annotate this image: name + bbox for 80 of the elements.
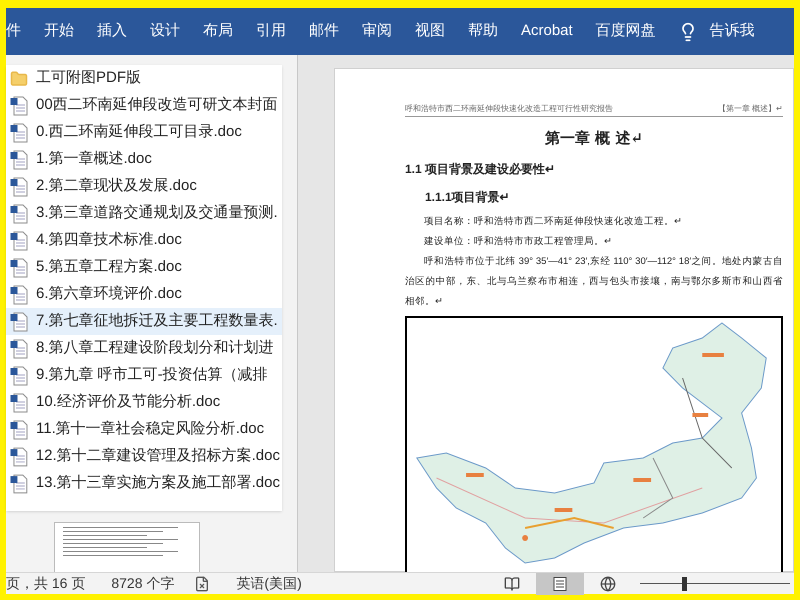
body-paragraph: 项目名称：呼和浩特市西二环南延伸段快速化改造工程。↵ xyxy=(423,215,683,229)
read-mode-icon xyxy=(504,576,520,592)
file-name[interactable]: 7.第七章征地拆迁及主要工程数量表. xyxy=(36,310,278,333)
file-name[interactable]: 10.经济评价及节能分析.doc xyxy=(36,391,220,414)
file-name[interactable]: 5.第五章工程方案.doc xyxy=(36,256,182,279)
file-list-item[interactable]: 5.第五章工程方案.doc xyxy=(6,254,282,281)
print-layout-icon xyxy=(552,576,568,592)
proofing-icon[interactable] xyxy=(194,576,210,592)
view-mode-button[interactable] xyxy=(536,572,584,594)
ribbon-tab[interactable]: 邮件 xyxy=(306,16,342,48)
body-paragraph: 呼和浩特市位于北纬 39° 35′—41° 23′,东经 110° 30′—112° 18′之间。地处内蒙古自治区的中部，东、北与乌兰察布市相连，西与包头市接壤，南与鄂尔多斯市和山西省相邻。↵ xyxy=(405,255,783,309)
file-list-item[interactable]: 工可附图PDF版 xyxy=(6,65,282,92)
file-list-item[interactable]: 8.第八章工程建设阶段划分和计划进 xyxy=(6,335,282,362)
file-name[interactable]: 9.第九章 呼市工可-投资估算（减排 xyxy=(36,364,268,387)
ribbon-tab[interactable]: 布局 xyxy=(200,16,236,48)
word-document-icon xyxy=(10,230,28,250)
word-document-icon xyxy=(10,420,28,440)
word-document-icon xyxy=(10,204,28,224)
language-label[interactable]: 英语(美国) xyxy=(236,573,302,594)
word-count[interactable]: 8728 个字 xyxy=(111,573,174,594)
file-name[interactable]: 3.第三章道路交通规划及交通量预测. xyxy=(36,202,278,225)
word-document-icon xyxy=(10,122,28,142)
file-name[interactable]: 1.第一章概述.doc xyxy=(36,148,152,171)
word-document-icon xyxy=(10,176,28,196)
page-thumbnail[interactable] xyxy=(54,522,200,572)
file-name[interactable]: 13.第十三章实施方案及施工部署.doc xyxy=(36,472,280,495)
ribbon-tab[interactable]: 件 xyxy=(6,16,24,48)
file-list-item[interactable]: 13.第十三章实施方案及施工部署.doc xyxy=(6,470,282,497)
word-document-icon xyxy=(10,284,28,304)
word-document-icon xyxy=(10,96,28,116)
word-document-icon xyxy=(10,446,28,466)
ribbon-tab[interactable]: 视图 xyxy=(412,16,448,48)
file-list-item[interactable]: 7.第七章征地拆迁及主要工程数量表. xyxy=(6,308,282,335)
file-name[interactable]: 11.第十一章社会稳定风险分析.doc xyxy=(36,418,264,441)
ribbon-tab[interactable]: 插入 xyxy=(94,16,130,48)
word-document-icon xyxy=(10,258,28,278)
file-name[interactable]: 2.第二章现状及发展.doc xyxy=(36,175,197,198)
word-document-icon xyxy=(10,312,28,332)
file-list-item[interactable]: 00西二环南延伸段改造可研文本封面 xyxy=(6,92,282,119)
word-document-icon xyxy=(10,474,28,494)
section-heading: 1.1 项目背景及建设必要性↵ xyxy=(405,162,556,176)
file-name[interactable]: 6.第六章环境评价.doc xyxy=(36,283,182,306)
file-list-item[interactable]: 4.第四章技术标准.doc xyxy=(6,227,282,254)
folder-icon xyxy=(10,70,28,88)
file-list-item[interactable]: 6.第六章环境评价.doc xyxy=(6,281,282,308)
word-document-icon xyxy=(10,338,28,358)
word-document-icon xyxy=(10,150,28,170)
ribbon-tab[interactable]: 设计 xyxy=(147,16,183,48)
file-list-item[interactable]: 2.第二章现状及发展.doc xyxy=(6,173,282,200)
page-header-chapter: 【第一章 概述】↵ xyxy=(718,103,783,115)
ribbon-tab[interactable]: 开始 xyxy=(41,16,77,48)
page-count[interactable]: 页，共 16 页 xyxy=(6,573,86,594)
tell-me-label[interactable]: 告诉我 xyxy=(710,20,755,43)
file-list-item[interactable]: 3.第三章道路交通规划及交通量预测. xyxy=(6,200,282,227)
ribbon-tab[interactable]: 百度网盘 xyxy=(592,16,659,48)
zoom-slider[interactable] xyxy=(640,576,790,590)
file-name[interactable]: 12.第十二章建设管理及招标方案.doc xyxy=(36,445,280,468)
page-header-text: 呼和浩特市西二环南延伸段快速化改造工程可行性研究报告 xyxy=(405,103,613,115)
ribbon-tab[interactable]: 审阅 xyxy=(359,16,395,48)
web-layout-icon xyxy=(600,576,616,592)
file-list-item[interactable]: 12.第十二章建设管理及招标方案.doc xyxy=(6,443,282,470)
file-name[interactable]: 8.第八章工程建设阶段划分和计划进 xyxy=(36,337,274,360)
ribbon-tab[interactable]: 引用 xyxy=(253,16,289,48)
zoom-slider-thumb[interactable] xyxy=(682,576,687,590)
chapter-title: 第一章 概 述↵ xyxy=(544,129,643,147)
file-name[interactable]: 0.西二环南延伸段工可目录.doc xyxy=(36,121,242,144)
word-document-icon xyxy=(10,366,28,386)
body-paragraph: 建设单位：呼和浩特市市政工程管理局。↵ xyxy=(423,235,613,249)
file-name[interactable]: 00西二环南延伸段改造可研文本封面 xyxy=(36,94,278,117)
file-list-item[interactable]: 0.西二环南延伸段工可目录.doc xyxy=(6,119,282,146)
file-list-item[interactable]: 9.第九章 呼市工可-投资估算（减排 xyxy=(6,362,282,389)
file-list-item[interactable]: 11.第十一章社会稳定风险分析.doc xyxy=(6,416,282,443)
subsection-heading: 1.1.1项目背景↵ xyxy=(425,190,510,204)
word-document-icon xyxy=(10,392,28,412)
ribbon-tab[interactable]: 帮助 xyxy=(465,16,501,48)
file-name[interactable]: 4.第四章技术标准.doc xyxy=(36,229,182,252)
file-name[interactable]: 工可附图PDF版 xyxy=(36,67,141,90)
ribbon-tab[interactable]: Acrobat xyxy=(518,16,576,48)
file-list-item[interactable]: 1.第一章概述.doc xyxy=(6,146,282,173)
file-list-item[interactable]: 10.经济评价及节能分析.doc xyxy=(6,389,282,416)
